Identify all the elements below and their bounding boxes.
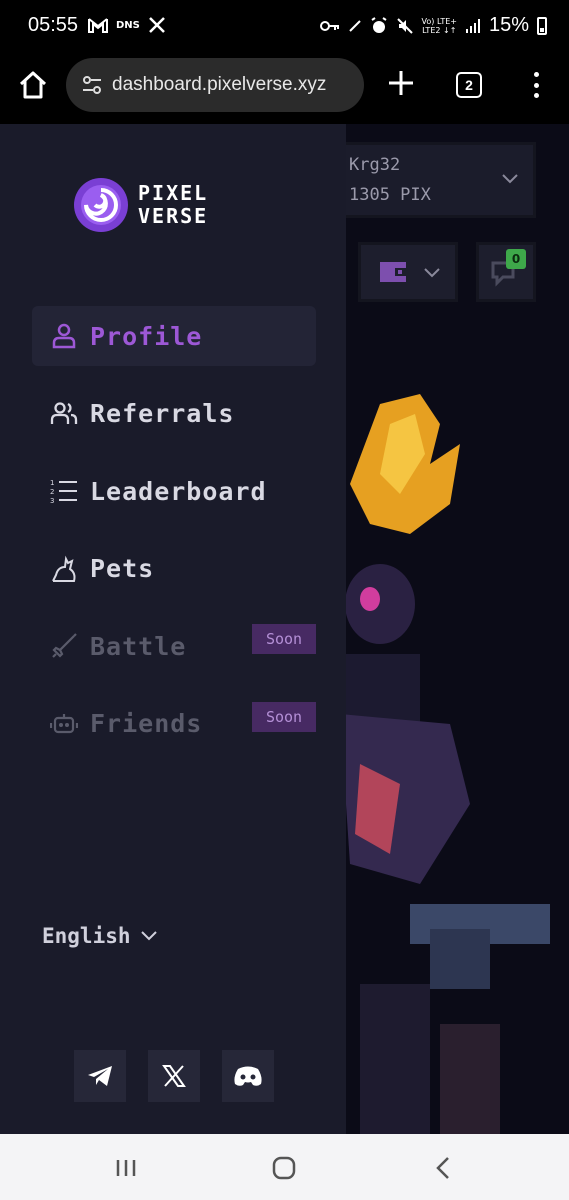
x-icon <box>162 1065 186 1087</box>
user-icon <box>52 323 76 349</box>
svg-text:1: 1 <box>50 479 54 487</box>
key-icon <box>319 20 339 31</box>
battery-percent: 15% <box>488 14 529 36</box>
tab-switcher-button[interactable]: 2 <box>456 72 482 98</box>
list-ordered-icon: 123 <box>50 479 77 505</box>
telegram-icon <box>88 1066 112 1086</box>
status-time: 05:55 <box>28 14 79 36</box>
soon-badge: Soon <box>252 624 316 654</box>
gmail-icon <box>88 18 108 33</box>
battery-icon <box>537 16 547 35</box>
site-settings-icon[interactable] <box>80 73 104 97</box>
social-links <box>74 1050 274 1102</box>
cat-icon <box>52 555 76 582</box>
nav-item-battle[interactable]: Battle Soon <box>32 616 316 676</box>
nav-label: Battle <box>90 631 187 661</box>
url-text[interactable]: dashboard.pixelverse.xyz <box>112 74 326 96</box>
more-menu-icon[interactable] <box>526 68 546 102</box>
system-nav-bar <box>0 1134 569 1200</box>
x-link[interactable] <box>148 1050 200 1102</box>
nav-item-leaderboard[interactable]: 123 Leaderboard <box>32 461 316 521</box>
pixelverse-logo[interactable]: PIXEL VERSE <box>72 176 232 236</box>
back-icon[interactable] <box>430 1154 458 1182</box>
nav-label: Leaderboard <box>90 476 267 506</box>
chevron-down-icon <box>424 268 440 278</box>
language-selector[interactable]: English <box>42 924 159 948</box>
recents-icon[interactable] <box>112 1154 140 1182</box>
soon-badge: Soon <box>252 701 316 732</box>
home-nav-icon[interactable] <box>270 1154 298 1182</box>
lte-icon: Vo) LTE+ LTE2 ↓↑ <box>421 16 457 35</box>
discord-icon <box>234 1066 262 1086</box>
nav-label: Referrals <box>90 399 235 428</box>
nav-label: Pets <box>90 554 155 583</box>
svg-text:2: 2 <box>50 488 54 496</box>
new-tab-icon[interactable] <box>386 68 416 98</box>
page-content: Krg32 1305 PIX 0 PIXEL VERSE Profile Ref… <box>0 124 569 1134</box>
signal-icon <box>465 18 480 33</box>
telegram-link[interactable] <box>74 1050 126 1102</box>
status-right-icons: Vo) LTE+ LTE2 ↓↑ 15% <box>319 14 547 37</box>
home-icon[interactable] <box>16 68 50 102</box>
browser-toolbar: dashboard.pixelverse.xyz 2 <box>0 52 569 124</box>
chevron-down-icon <box>502 174 518 184</box>
pen-icon <box>348 19 361 32</box>
sword-icon <box>52 633 77 658</box>
galaxy-logo-icon <box>74 178 128 232</box>
language-label: English <box>42 924 131 948</box>
status-left-icons: DNS <box>88 16 166 34</box>
nav-item-friends[interactable]: Friends Soon <box>32 694 316 754</box>
nav-label: Friends <box>90 709 203 738</box>
side-drawer: PIXEL VERSE Profile Referrals 123 Leader… <box>0 124 346 1134</box>
nav-item-pets[interactable]: Pets <box>32 539 316 599</box>
notification-badge: 0 <box>506 249 526 269</box>
drawer-nav: Profile Referrals 123 Leaderboard Pets B… <box>32 306 316 771</box>
account-balance: 1305 PIX <box>349 185 431 205</box>
svg-text:3: 3 <box>50 497 54 505</box>
alarm-icon <box>370 16 387 33</box>
notifications-button[interactable]: 0 <box>476 242 536 302</box>
nav-label: Profile <box>90 321 203 351</box>
discord-link[interactable] <box>222 1050 274 1102</box>
mute-icon <box>396 17 413 34</box>
wallet-icon <box>380 262 407 282</box>
logo-text: PIXEL VERSE <box>138 181 209 228</box>
account-dropdown[interactable]: Krg32 1305 PIX <box>330 142 536 218</box>
wallet-button[interactable] <box>358 242 458 302</box>
address-bar[interactable]: dashboard.pixelverse.xyz <box>66 58 364 112</box>
status-bar: 05:55 DNS Vo) LTE+ LTE2 ↓↑ 15% <box>0 0 569 52</box>
users-icon <box>50 401 78 424</box>
chevron-down-icon <box>140 931 157 941</box>
nav-item-profile[interactable]: Profile <box>32 306 316 366</box>
tools-icon <box>148 17 165 33</box>
dns-icon: DNS <box>116 19 140 31</box>
account-username: Krg32 <box>349 155 401 175</box>
robot-icon <box>50 713 78 733</box>
nav-item-referrals[interactable]: Referrals <box>32 384 316 444</box>
